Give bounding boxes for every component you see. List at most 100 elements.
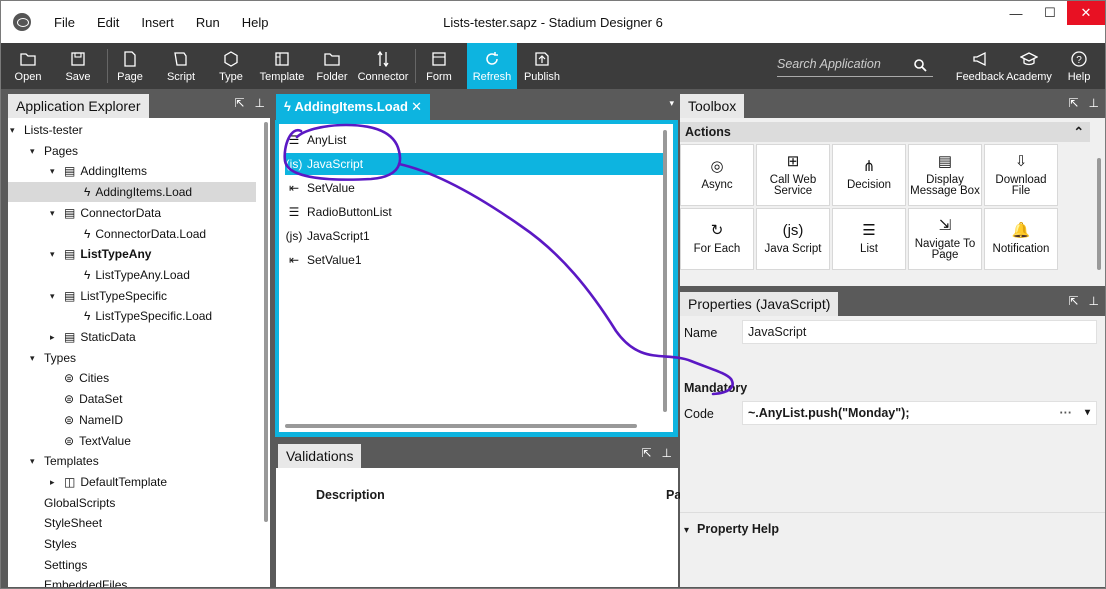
toolbox-tile[interactable]: 🔔 Notification [984,208,1058,270]
explorer-title[interactable]: Application Explorer [8,94,149,118]
tree-item[interactable]: ϟ ListTypeAny.Load [8,265,256,285]
tree-item[interactable]: ϟ AddingItems.Load [8,182,256,203]
feedback-button[interactable]: Feedback [956,43,1004,89]
minimize-button[interactable]: — [999,1,1033,25]
script-button[interactable]: Script [163,43,199,89]
open-button[interactable]: Open [11,43,45,89]
expand-arrow-icon[interactable]: ▾ [50,286,60,306]
toolbox-tile[interactable]: (js) Java Script [756,208,830,270]
float-icon[interactable]: ⇱ [1068,96,1078,110]
float-icon[interactable]: ⇱ [1068,294,1078,308]
description-column-header[interactable]: Description [316,488,385,502]
search-icon[interactable] [913,58,927,72]
close-tab-icon[interactable]: ✕ [411,94,422,120]
action-item[interactable]: ⇤ SetValue [285,177,355,199]
toolbox-tile[interactable]: ▤ Display Message Box [908,144,982,206]
tree-item[interactable]: ϟ ListTypeSpecific.Load [8,306,256,326]
page-button[interactable]: Page [113,43,147,89]
maximize-button[interactable]: ☐ [1033,1,1067,25]
expand-arrow-icon[interactable]: ▾ [50,244,60,264]
editor-vscroll[interactable] [663,130,667,412]
toolbox-tile[interactable]: ☰ List [832,208,906,270]
property-help-toggle[interactable]: ▾ Property Help [684,522,779,536]
folder-button[interactable]: Folder [314,43,350,89]
tree-item[interactable]: ⊜ TextValue [8,431,256,451]
type-icon: ⊜ [64,412,75,427]
tree-item[interactable]: ⊜ DataSet [8,389,256,409]
toolbox-tile[interactable]: ◎ Async [680,144,754,206]
tree-item[interactable]: ϟ ConnectorData.Load [8,224,256,244]
tree-item[interactable]: ▾ ▤ ListTypeSpecific [8,286,256,306]
form-button[interactable]: Form [422,43,456,89]
tree-item[interactable]: ▸ ◫ DefaultTemplate [8,472,256,492]
collapse-arrow-icon[interactable]: ▸ [50,327,60,347]
toolbox-tile[interactable]: ⋔ Decision [832,144,906,206]
tree-item[interactable]: ▾ Lists-tester [8,120,256,140]
second-column-header[interactable]: Pa [666,488,681,502]
pin-icon[interactable]: ⊥ [255,96,265,110]
chevron-down-icon[interactable]: ▾ [1085,402,1090,424]
close-button[interactable]: ✕ [1067,1,1105,25]
message-box-icon: ▤ [937,152,953,170]
pin-icon[interactable]: ⊥ [1089,294,1099,308]
collapse-arrow-icon[interactable]: ▸ [50,472,60,492]
toolbox-tile[interactable]: ⇩ Download File [984,144,1058,206]
tree-item[interactable]: ▾ ▤ AddingItems [8,161,256,181]
expand-arrow-icon[interactable]: ▾ [30,451,40,471]
toolbox-tile[interactable]: ⊞ Call Web Service [756,144,830,206]
tree-item[interactable]: ⊜ NameID [8,410,256,430]
template-button[interactable]: Template [259,43,305,89]
chevron-up-icon[interactable]: ⌃ [1074,122,1084,142]
action-item[interactable]: ☰ AnyList [285,129,347,151]
float-icon[interactable]: ⇱ [641,446,651,460]
toolbox-title[interactable]: Toolbox [680,94,745,118]
academy-button[interactable]: Academy [1006,43,1052,89]
tree-item[interactable]: ⊜ Cities [8,368,256,388]
open-label: Open [14,71,42,83]
actions-section-header[interactable]: Actions ⌃ [680,122,1090,142]
action-item[interactable]: ⇤ SetValue1 [285,249,362,271]
expand-arrow-icon[interactable]: ▾ [30,141,40,161]
publish-button[interactable]: Publish [523,43,561,89]
action-item[interactable]: (js) JavaScript [285,153,663,175]
refresh-button[interactable]: Refresh [467,43,517,89]
expand-arrow-icon[interactable]: ▾ [50,203,60,223]
pin-icon[interactable]: ⊥ [1089,96,1099,110]
properties-title[interactable]: Properties (JavaScript) [680,292,839,316]
explorer-scrollbar[interactable] [264,122,268,522]
pin-icon[interactable]: ⊥ [662,446,672,460]
tree-item[interactable]: ▸ ▤ StaticData [8,327,256,347]
toolbox-tile[interactable]: ⇲ Navigate To Page [908,208,982,270]
tree-item[interactable]: ▾ ▤ ConnectorData [8,203,256,223]
tree-item[interactable]: ▾ Templates [8,451,256,471]
name-field[interactable]: JavaScript [742,320,1097,344]
validations-title[interactable]: Validations [278,444,362,468]
download-icon: ⇩ [1014,152,1028,170]
tree-item[interactable]: EmbeddedFiles [8,575,256,587]
expand-arrow-icon[interactable]: ▾ [30,348,40,368]
save-button[interactable]: Save [61,43,95,89]
more-options-icon[interactable]: ··· [1060,402,1073,424]
toolbox-tile[interactable]: ↻ For Each [680,208,754,270]
toolbox-scrollbar[interactable] [1097,158,1101,270]
tab-list-chevron-icon[interactable]: ▾ [669,98,674,109]
tree-item[interactable]: ▾ Pages [8,141,256,161]
tree-item[interactable]: StyleSheet [8,513,256,533]
tree-item[interactable]: GlobalScripts [8,493,256,513]
help-button[interactable]: ? Help [1063,43,1095,89]
expand-arrow-icon[interactable]: ▾ [50,161,60,181]
tree-item[interactable]: Settings [8,555,256,575]
tree-item[interactable]: ▾ ▤ ListTypeAny [8,244,256,264]
tree-item[interactable]: ▾ Types [8,348,256,368]
code-field[interactable]: ~.AnyList.push("Monday"); ··· ▾ [742,401,1097,425]
action-item[interactable]: ☰ RadioButtonList [285,201,392,223]
connector-button[interactable]: Connector [357,43,409,89]
float-icon[interactable]: ⇱ [234,96,244,110]
document-tab[interactable]: ϟ AddingItems.Load ✕ [276,94,430,120]
type-button[interactable]: Type [214,43,248,89]
tree-item[interactable]: Styles [8,534,256,554]
editor-hscroll[interactable] [285,424,637,428]
action-item[interactable]: (js) JavaScript1 [285,225,370,247]
expand-arrow-icon[interactable]: ▾ [10,120,20,140]
search-input[interactable]: Search Application [777,57,933,77]
